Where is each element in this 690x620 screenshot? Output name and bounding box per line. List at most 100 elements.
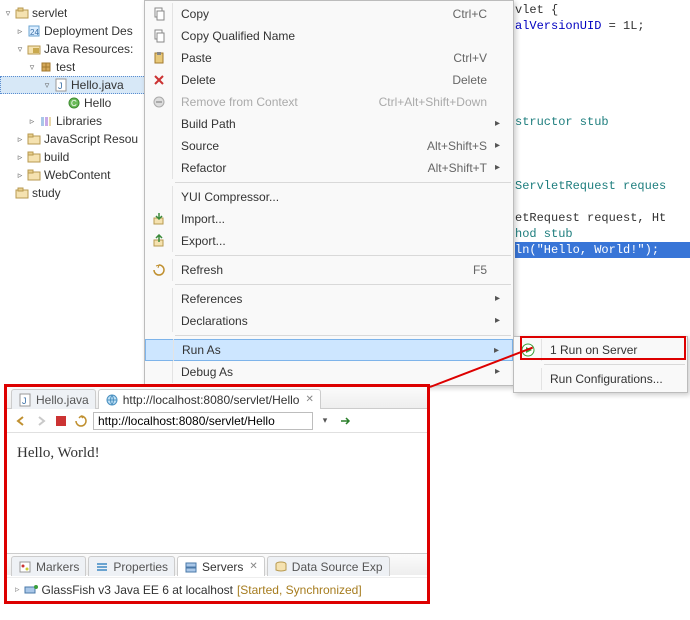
tree-item-deployment-des[interactable]: ▹24Deployment Des (0, 22, 150, 40)
tab-label: Hello.java (36, 393, 89, 407)
markers-icon (18, 560, 32, 574)
servers-icon (184, 560, 198, 574)
submenu-label: Run Configurations... (542, 372, 663, 386)
menu-separator (175, 335, 511, 336)
runas-submenu: 1 Run on Server Run Configurations... (513, 336, 688, 393)
menu-item-source[interactable]: SourceAlt+Shift+S▸ (145, 135, 513, 157)
twisty-icon[interactable]: ▿ (14, 43, 26, 55)
twisty-icon[interactable]: ▹ (14, 151, 26, 163)
menu-label: Paste (173, 51, 212, 65)
menu-item-debug-as[interactable]: Debug As ▸ (145, 361, 513, 383)
menu-item-yui-compressor-[interactable]: YUI Compressor... (145, 186, 513, 208)
code-line: vlet { (515, 2, 690, 18)
code-line (515, 98, 690, 114)
server-row[interactable]: ▹ GlassFish v3 Java EE 6 at localhost [S… (7, 577, 427, 601)
tree-item-test[interactable]: ▿test (0, 58, 150, 76)
copy-icon (145, 3, 173, 25)
editor-tab[interactable]: J Hello.java (11, 389, 96, 409)
tree-item-hello[interactable]: CHello (0, 94, 150, 112)
menu-item-copy-qualified-name[interactable]: Copy Qualified Name (145, 25, 513, 47)
twisty-icon[interactable] (54, 97, 66, 109)
menu-label: Build Path (173, 117, 236, 131)
bottom-tabs: MarkersProperties Servers ✕ Data Source Exp (7, 553, 427, 575)
forward-icon[interactable] (33, 413, 49, 429)
tab-label: Servers (202, 560, 243, 574)
menu-separator (544, 364, 685, 365)
blank-icon (145, 186, 173, 208)
class-icon: C (66, 95, 82, 111)
view-tab-data-source-exp[interactable]: Data Source Exp (267, 556, 390, 576)
stop-icon[interactable] (53, 413, 69, 429)
code-line: hod stub (515, 226, 690, 242)
browser-preview: J Hello.java http://localhost:8080/servlet… (4, 384, 430, 604)
tree-item-javascript-resou[interactable]: ▹JavaScript Resou (0, 130, 150, 148)
tree-label: Hello.java (71, 78, 124, 92)
menu-item-refactor[interactable]: RefactorAlt+Shift+T▸ (145, 157, 513, 179)
code-line (515, 50, 690, 66)
menu-item-remove-from-context[interactable]: Remove from ContextCtrl+Alt+Shift+Down (145, 91, 513, 113)
menu-item-import-[interactable]: Import... (145, 208, 513, 230)
tree-item-study[interactable]: study (0, 184, 150, 202)
menu-label: Export... (173, 234, 226, 248)
url-dropdown-icon[interactable]: ▾ (317, 413, 333, 429)
code-line (515, 66, 690, 82)
folder-icon (26, 167, 42, 183)
code-line (515, 258, 690, 274)
chevron-right-icon: ▸ (495, 293, 513, 304)
menu-label: Debug As (173, 365, 233, 379)
chevron-right-icon: ▸ (495, 140, 513, 151)
menu-item-export-[interactable]: Export... (145, 230, 513, 252)
code-editor[interactable]: vlet {alVersionUID = 1L; structor stub S… (515, 0, 690, 276)
submenu-item-run-configurations-[interactable]: Run Configurations... (514, 368, 687, 390)
menu-item-build-path[interactable]: Build Path▸ (145, 113, 513, 135)
view-tab-servers[interactable]: Servers ✕ (177, 556, 265, 576)
menu-item-copy[interactable]: CopyCtrl+C (145, 3, 513, 25)
go-icon[interactable] (337, 413, 353, 429)
tree-item-build[interactable]: ▹ build (0, 148, 150, 166)
tree-label: Java Resources: (44, 42, 133, 56)
menu-item-declarations[interactable]: Declarations ▸ (145, 310, 513, 332)
close-icon[interactable]: ✕ (305, 394, 313, 405)
view-tab-markers[interactable]: Markers (11, 556, 86, 576)
twisty-icon[interactable] (2, 187, 14, 199)
menu-item-references[interactable]: References▸ (145, 288, 513, 310)
twisty-icon[interactable]: ▹ (26, 115, 38, 127)
tree-label: Hello (84, 96, 111, 110)
chevron-right-icon: ▸ (495, 315, 513, 326)
twisty-icon[interactable]: ▹ (14, 25, 26, 37)
tree-item-webcontent[interactable]: ▹WebContent (0, 166, 150, 184)
code-line (515, 34, 690, 50)
paste-icon (145, 47, 173, 69)
menu-label: Declarations (173, 314, 248, 328)
twisty-icon[interactable]: ▿ (2, 7, 14, 19)
properties-icon (95, 560, 109, 574)
svg-text:J: J (22, 396, 27, 406)
view-tab-properties[interactable]: Properties (88, 556, 175, 576)
tree-item-servlet[interactable]: ▿servlet (0, 4, 150, 22)
twisty-icon[interactable]: ▹ (14, 169, 26, 181)
tree-item-libraries[interactable]: ▹Libraries (0, 112, 150, 130)
url-input[interactable] (93, 412, 313, 430)
refresh-small-icon[interactable] (73, 413, 89, 429)
submenu-item-1-run-on-server[interactable]: 1 Run on Server (514, 339, 687, 361)
menu-item-delete[interactable]: DeleteDelete (145, 69, 513, 91)
twisty-icon[interactable]: ▹ (14, 133, 26, 145)
dd-icon: 24 (26, 23, 42, 39)
blank-icon (145, 113, 173, 135)
close-icon[interactable]: ✕ (249, 561, 257, 572)
blank-icon (145, 157, 173, 179)
tree-item-hello-java[interactable]: ▿JHello.java (0, 76, 150, 94)
menu-label: Run As (174, 343, 221, 357)
tree-label: build (44, 150, 69, 164)
back-icon[interactable] (13, 413, 29, 429)
menu-item-run-as[interactable]: Run As▸ (145, 339, 513, 361)
chevron-right-icon: ▸ (495, 366, 513, 377)
editor-tab[interactable]: http://localhost:8080/servlet/Hello✕ (98, 389, 321, 409)
twisty-icon[interactable]: ▿ (41, 79, 53, 91)
menu-shortcut: Alt+Shift+S (427, 139, 495, 153)
expand-icon[interactable]: ▹ (15, 584, 20, 595)
tree-item-java-resources-[interactable]: ▿ Java Resources: (0, 40, 150, 58)
menu-item-refresh[interactable]: RefreshF5 (145, 259, 513, 281)
menu-item-paste[interactable]: PasteCtrl+V (145, 47, 513, 69)
twisty-icon[interactable]: ▿ (26, 61, 38, 73)
